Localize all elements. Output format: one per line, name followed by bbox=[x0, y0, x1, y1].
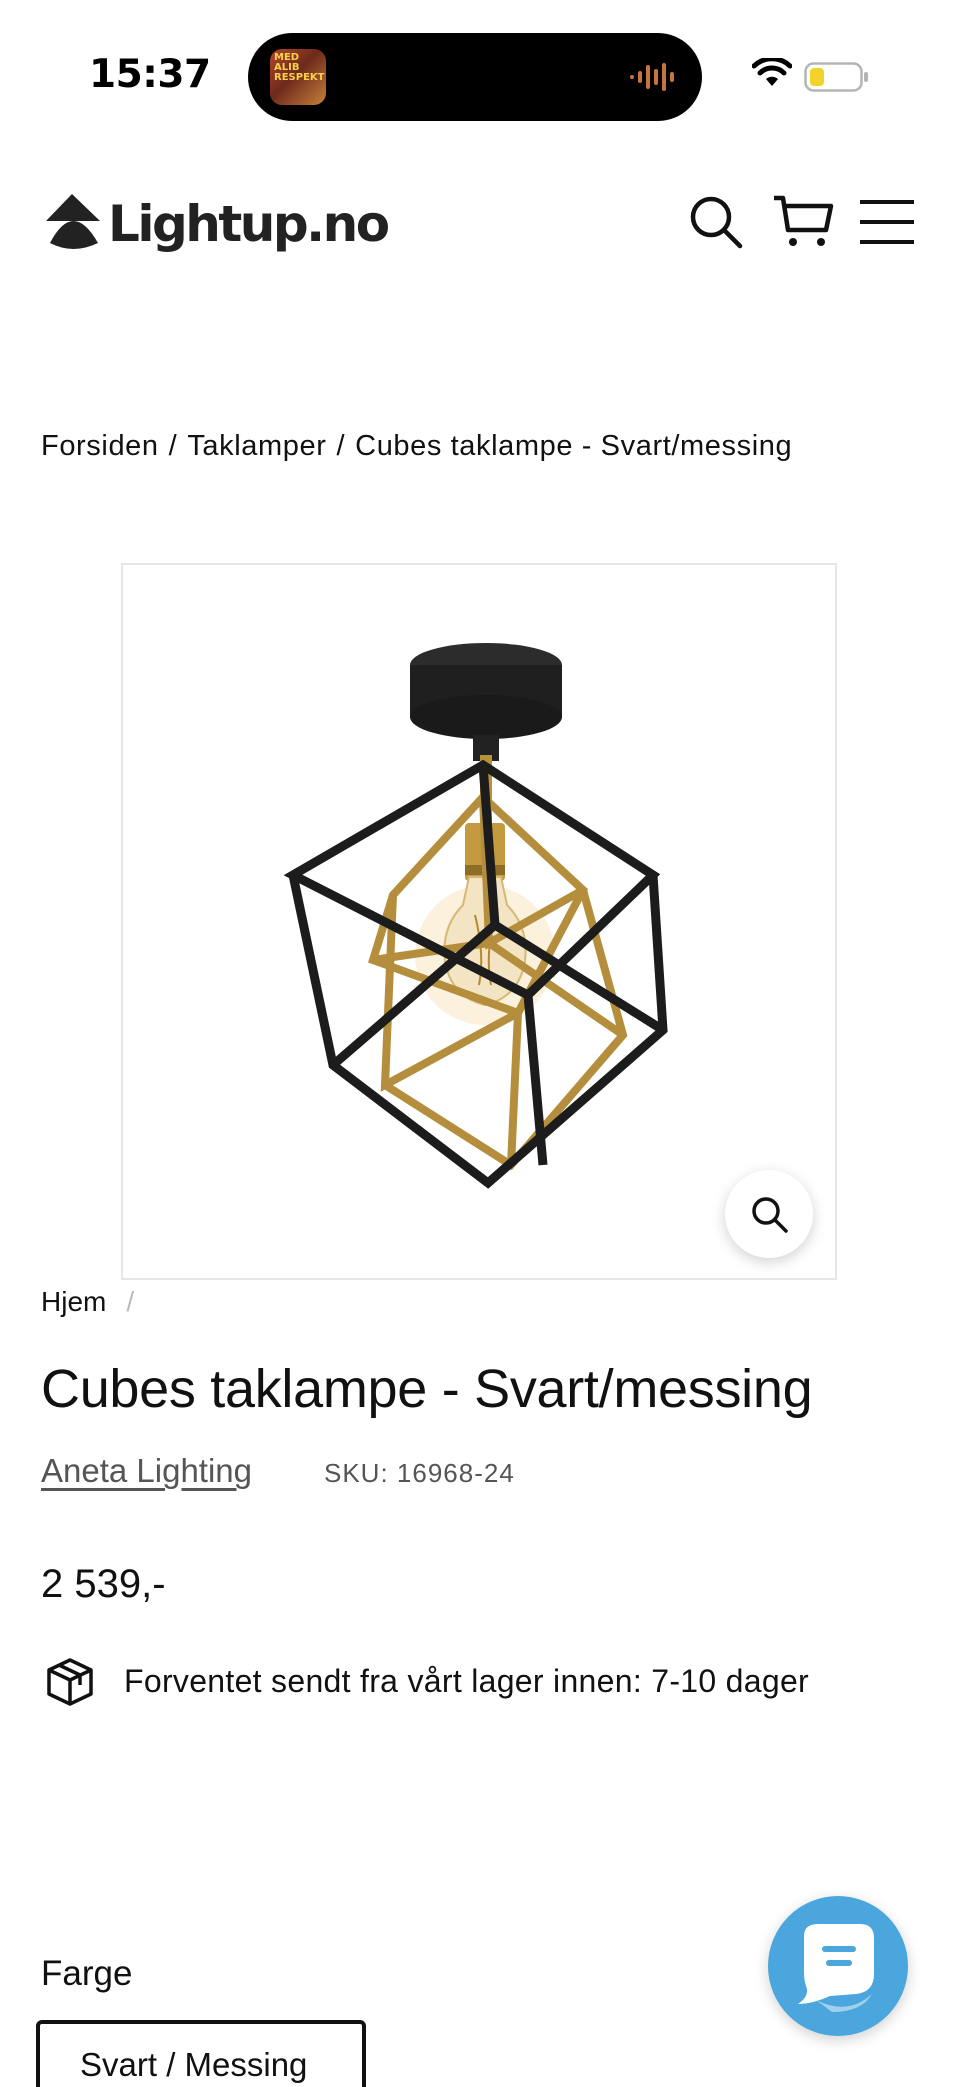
product-image[interactable] bbox=[121, 563, 837, 1280]
breadcrumb-separator: / bbox=[168, 430, 178, 462]
color-option-label: Svart / Messing bbox=[80, 2046, 308, 2083]
search-icon bbox=[690, 196, 743, 249]
zoom-icon bbox=[752, 1197, 788, 1233]
product-sku: SKU: 16968-24 bbox=[324, 1458, 515, 1488]
vendor-link[interactable]: Aneta Lighting bbox=[41, 1452, 252, 1490]
audio-wave-icon bbox=[630, 63, 674, 91]
product-title: Cubes taklampe - Svart/messing bbox=[41, 1359, 813, 1419]
chat-icon bbox=[798, 1924, 874, 2012]
breadcrumb-separator: / bbox=[336, 430, 346, 462]
chat-button[interactable] bbox=[768, 1896, 908, 2036]
logo-text: Lightup.no bbox=[108, 195, 390, 253]
product-page: 15:37 MED ALIB RESPEKT Lightup.no Forsid… bbox=[0, 0, 960, 2087]
zoom-button[interactable] bbox=[725, 1170, 813, 1258]
dynamic-island[interactable]: MED ALIB RESPEKT bbox=[248, 33, 702, 121]
site-logo[interactable]: Lightup.no bbox=[42, 188, 390, 258]
battery-icon bbox=[804, 62, 868, 92]
breadcrumb-home-link[interactable]: Forsiden bbox=[41, 430, 159, 462]
cart-icon bbox=[774, 195, 834, 246]
secondary-breadcrumb: Hjem / bbox=[41, 1286, 134, 1318]
color-option-selected[interactable]: Svart / Messing bbox=[36, 2020, 366, 2087]
wifi-icon bbox=[752, 58, 792, 86]
product-price: 2 539,- bbox=[41, 1562, 166, 1606]
shipping-info: Forventet sendt fra vårt lager innen: 7-… bbox=[41, 1654, 941, 1710]
breadcrumb-category-link[interactable]: Taklamper bbox=[187, 430, 326, 462]
menu-button[interactable] bbox=[858, 194, 916, 250]
status-time: 15:37 bbox=[89, 52, 211, 97]
breadcrumb-current: Cubes taklampe - Svart/messing bbox=[355, 430, 793, 462]
breadcrumb: Forsiden / Taklamper / Cubes taklampe - Svar… bbox=[41, 430, 792, 463]
ceiling-lamp-illustration bbox=[283, 643, 668, 1189]
now-playing-art-text: MED ALIB RESPEKT bbox=[274, 52, 325, 83]
lamp-logo-icon bbox=[46, 194, 100, 249]
menu-icon bbox=[860, 200, 914, 244]
option-label-color: Farge bbox=[41, 1954, 133, 1993]
now-playing-artwork: MED ALIB RESPEKT bbox=[270, 49, 326, 105]
shipping-text: Forventet sendt fra vårt lager innen: 7-… bbox=[124, 1663, 810, 1699]
box-icon bbox=[47, 1658, 93, 1706]
secondary-breadcrumb-home[interactable]: Hjem bbox=[41, 1286, 106, 1317]
search-button[interactable] bbox=[688, 194, 744, 250]
secondary-breadcrumb-separator: / bbox=[126, 1286, 135, 1317]
cart-button[interactable] bbox=[772, 194, 834, 250]
